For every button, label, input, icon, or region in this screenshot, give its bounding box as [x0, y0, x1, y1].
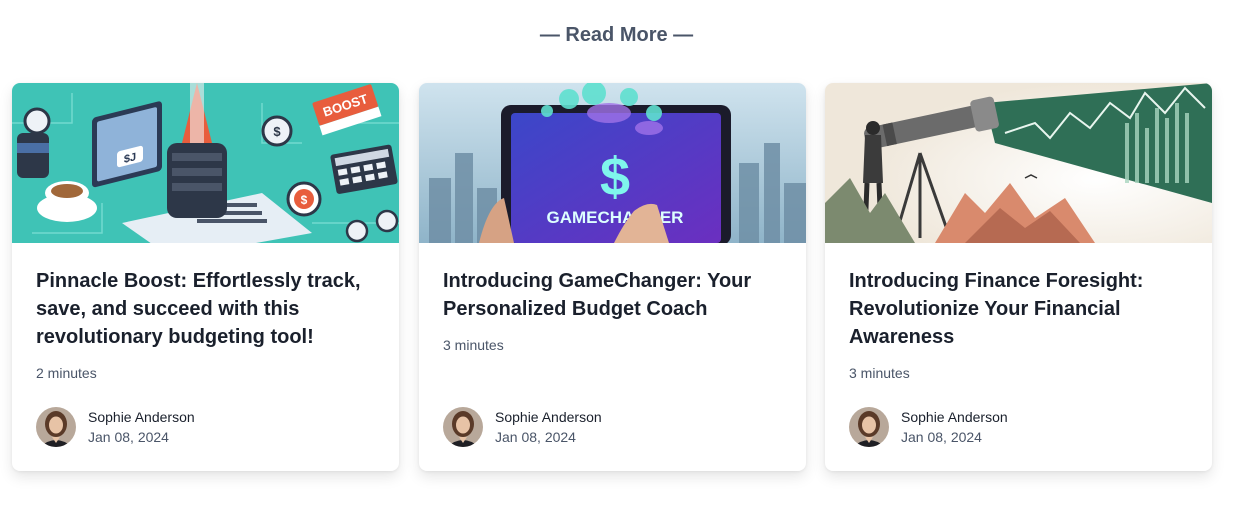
article-card[interactable]: $J BOOST $ $ Pinnacle Boost: Effortlessl…: [12, 83, 399, 471]
article-card-list: $J BOOST $ $ Pinnacle Boost: Effortlessl…: [12, 83, 1212, 471]
read-time: 3 minutes: [443, 337, 504, 353]
svg-text:$: $: [273, 124, 281, 139]
dollar-label: $: [600, 147, 630, 207]
telescope-chart-illustration[interactable]: [825, 83, 1212, 243]
read-time: 3 minutes: [849, 365, 910, 381]
budget-app-illustration[interactable]: $J BOOST $ $: [12, 83, 399, 243]
card-body: Pinnacle Boost: Effortlessly track, save…: [12, 243, 399, 471]
section-heading: — Read More —: [539, 24, 694, 46]
card-body: Introducing Finance Foresight: Revolutio…: [825, 243, 1212, 471]
publish-date: Jan 08, 2024: [901, 429, 982, 445]
article-card[interactable]: $ GAMECHANGER Introducing GameChanger: Y…: [419, 83, 806, 471]
author-info: Sophie Anderson Jan 08, 2024: [88, 407, 195, 447]
article-card[interactable]: Introducing Finance Foresight: Revolutio…: [825, 83, 1212, 471]
article-title[interactable]: Introducing Finance Foresight: Revolutio…: [849, 267, 1188, 351]
publish-date: Jan 08, 2024: [495, 429, 576, 445]
tablet-dollar-illustration[interactable]: $ GAMECHANGER: [419, 83, 806, 243]
author-name[interactable]: Sophie Anderson: [88, 407, 195, 427]
author-block: Sophie Anderson Jan 08, 2024: [443, 407, 602, 447]
avatar: [443, 407, 483, 447]
article-title[interactable]: Pinnacle Boost: Effortlessly track, save…: [36, 267, 375, 351]
coin-label: $: [301, 193, 308, 207]
avatar: [849, 407, 889, 447]
author-block: Sophie Anderson Jan 08, 2024: [36, 407, 195, 447]
article-title[interactable]: Introducing GameChanger: Your Personaliz…: [443, 267, 782, 323]
author-name[interactable]: Sophie Anderson: [901, 407, 1008, 427]
author-info: Sophie Anderson Jan 08, 2024: [901, 407, 1008, 447]
avatar: [36, 407, 76, 447]
publish-date: Jan 08, 2024: [88, 429, 169, 445]
card-body: Introducing GameChanger: Your Personaliz…: [419, 243, 806, 471]
author-block: Sophie Anderson Jan 08, 2024: [849, 407, 1008, 447]
author-info: Sophie Anderson Jan 08, 2024: [495, 407, 602, 447]
author-name[interactable]: Sophie Anderson: [495, 407, 602, 427]
read-time: 2 minutes: [36, 365, 97, 381]
